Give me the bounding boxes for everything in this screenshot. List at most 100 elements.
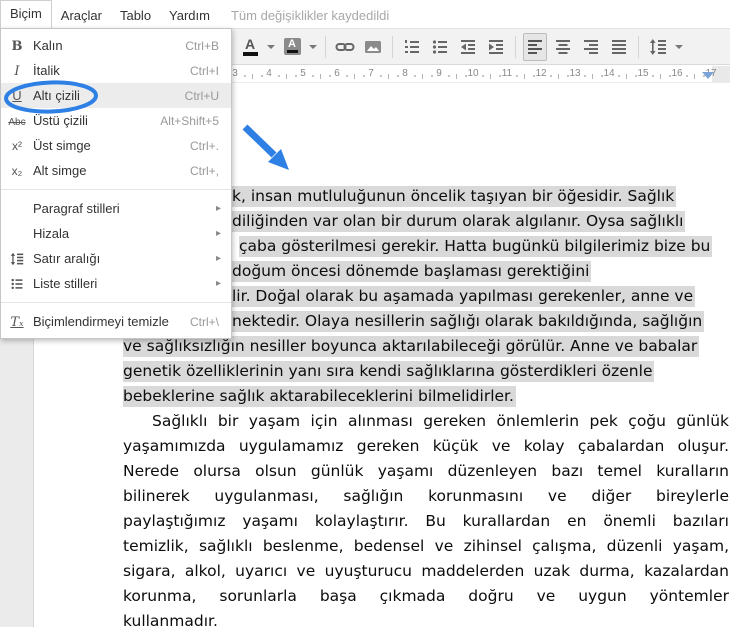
text-line: lir. Doğal olarak bu aşamada yapılması g… <box>232 284 695 309</box>
superscript-icon: x² <box>1 137 33 155</box>
menu-item-bicimlendirmeyi-temizle[interactable]: Tₓ Biçimlendirmeyi temizle Ctrl+\ <box>1 309 231 334</box>
submenu-arrow-icon: ▸ <box>216 278 231 289</box>
ruler-tick <box>465 75 467 77</box>
text-line: diliğinden var olan bir durum olarak alg… <box>232 209 685 234</box>
increase-indent-icon <box>487 38 505 56</box>
menu-araclar[interactable]: Araçlar <box>52 3 111 28</box>
menu-yardim[interactable]: Yardım <box>160 3 219 28</box>
ruler-number: 7 <box>368 68 374 79</box>
text-line: nektedir. Olaya nesillerin sağlığı olara… <box>232 309 704 334</box>
increase-indent-button[interactable] <box>484 33 508 61</box>
ruler-tick <box>694 74 695 79</box>
insert-link-button[interactable] <box>333 33 357 61</box>
bold-icon: B <box>1 37 33 55</box>
ruler-tick <box>652 75 654 77</box>
text-line: bilinerek uygulanması, sağlığın korunmas… <box>123 484 729 509</box>
ruler-tick <box>431 75 433 77</box>
ruler-tick <box>286 74 287 79</box>
ruler-tick <box>346 75 348 77</box>
ruler-tick <box>516 75 518 77</box>
menu-tablo[interactable]: Tablo <box>111 3 160 28</box>
insert-image-button[interactable] <box>361 33 385 61</box>
ruler-tick <box>524 74 525 79</box>
menu-item-alti-cizili[interactable]: U Altı çizili Ctrl+U <box>1 83 231 108</box>
align-left-button[interactable] <box>523 33 547 61</box>
align-center-button[interactable] <box>551 33 575 61</box>
decrease-indent-icon <box>459 38 477 56</box>
align-right-icon <box>582 38 600 56</box>
decrease-indent-button[interactable] <box>456 33 480 61</box>
text-line: k, insan mutluluğunun öncelik taşıyan bi… <box>232 184 676 209</box>
submenu-arrow-icon: ▸ <box>216 228 231 239</box>
menu-item-satir-araligi[interactable]: Satır aralığı ▸ <box>1 246 231 271</box>
strikethrough-icon: Abc <box>1 112 33 130</box>
bulleted-list-button[interactable] <box>428 33 452 61</box>
menu-item-alt-simge[interactable]: x₂ Alt simge Ctrl+, <box>1 158 231 183</box>
toolbar-separator <box>515 36 516 58</box>
ruler-tick <box>422 74 423 79</box>
ruler-number: 14 <box>603 68 614 79</box>
ruler-number: 8 <box>402 68 408 79</box>
menu-item-ust-simge[interactable]: x² Üst simge Ctrl+. <box>1 133 231 158</box>
ruler-tick <box>558 74 559 79</box>
menu-item-kalin[interactable]: B Kalın Ctrl+B <box>1 33 231 58</box>
line-spacing-button[interactable] <box>646 33 670 61</box>
chevron-down-icon[interactable] <box>309 45 317 49</box>
ruler-tick <box>320 74 321 79</box>
ruler-number: 11 <box>502 68 512 79</box>
underline-icon: U <box>1 87 33 105</box>
numbered-list-button[interactable] <box>400 33 424 61</box>
text-line: sigara, alkol, uyarıcı ve uyuşturucu mad… <box>123 559 729 584</box>
text-color-button[interactable]: A <box>238 33 262 61</box>
highlight-color-icon: A <box>284 38 301 55</box>
toolbar-separator <box>638 36 639 58</box>
highlight-color-button[interactable]: A <box>280 33 304 61</box>
menu-bicim[interactable]: Biçim <box>0 0 52 28</box>
text-line: korunma, sorunlarla başa çıkmada doğru v… <box>123 584 729 609</box>
menu-item-paragraf-stilleri[interactable]: Paragraf stilleri ▸ <box>1 196 231 221</box>
save-status: Tüm değişiklikler kaydedildi <box>231 3 389 28</box>
right-indent-marker[interactable] <box>702 72 714 79</box>
align-center-icon <box>554 38 572 56</box>
chevron-down-icon[interactable] <box>675 45 683 49</box>
menu-item-ustu-cizili[interactable]: Abc Üstü çizili Alt+Shift+5 <box>1 108 231 133</box>
ruler-tick <box>669 75 671 77</box>
menu-item-liste-stilleri[interactable]: Liste stilleri ▸ <box>1 271 231 296</box>
line-spacing-icon <box>1 252 33 266</box>
ruler-tick <box>567 75 569 77</box>
ruler-tick <box>388 74 389 79</box>
ruler-tick <box>533 75 535 77</box>
ruler-tick <box>312 75 314 77</box>
ruler-tick <box>499 75 501 77</box>
menu-item-italik[interactable]: I İtalik Ctrl+I <box>1 58 231 83</box>
toolbar-separator <box>392 36 393 58</box>
text-line: yaşamımızda uygulamamız gereken küçük ve… <box>123 434 729 459</box>
submenu-arrow-icon: ▸ <box>216 203 231 214</box>
format-menu: B Kalın Ctrl+B I İtalik Ctrl+I U Altı çi… <box>0 28 232 339</box>
chevron-down-icon[interactable] <box>267 45 275 49</box>
ruler-tick <box>448 75 450 77</box>
align-right-button[interactable] <box>579 33 603 61</box>
ruler-number: 3 <box>232 68 238 79</box>
text-line: kullanmadır. <box>123 609 729 634</box>
ruler-number: 10 <box>467 68 478 79</box>
text-line: doğum öncesi dönemde başlaması gerektiği… <box>232 259 591 284</box>
ruler-tick <box>261 75 263 77</box>
ruler-tick <box>414 75 416 77</box>
line-spacing-icon <box>649 38 667 56</box>
ruler-tick <box>363 75 365 77</box>
text-line: genetik özelliklerinin yanı sıra kendi s… <box>123 359 654 384</box>
clear-formatting-icon: Tₓ <box>1 313 33 331</box>
text-line: Sağlıklı bir yaşam için alınması gereken… <box>123 409 729 434</box>
menu-item-hizala[interactable]: Hizala ▸ <box>1 221 231 246</box>
ruler-number: 13 <box>569 68 580 79</box>
ruler-tick <box>626 74 627 79</box>
ruler-tick <box>278 75 280 77</box>
justify-button[interactable] <box>607 33 631 61</box>
ruler-tick <box>244 75 246 77</box>
ruler-tick <box>490 74 491 79</box>
menubar: Biçim Araçlar Tablo Yardım Tüm değişikli… <box>0 0 730 28</box>
ruler-number: 6 <box>334 68 340 79</box>
text-line: çaba gösterilmesi gerekir. Hatta bugünkü… <box>239 234 712 259</box>
ruler-tick <box>550 75 552 77</box>
